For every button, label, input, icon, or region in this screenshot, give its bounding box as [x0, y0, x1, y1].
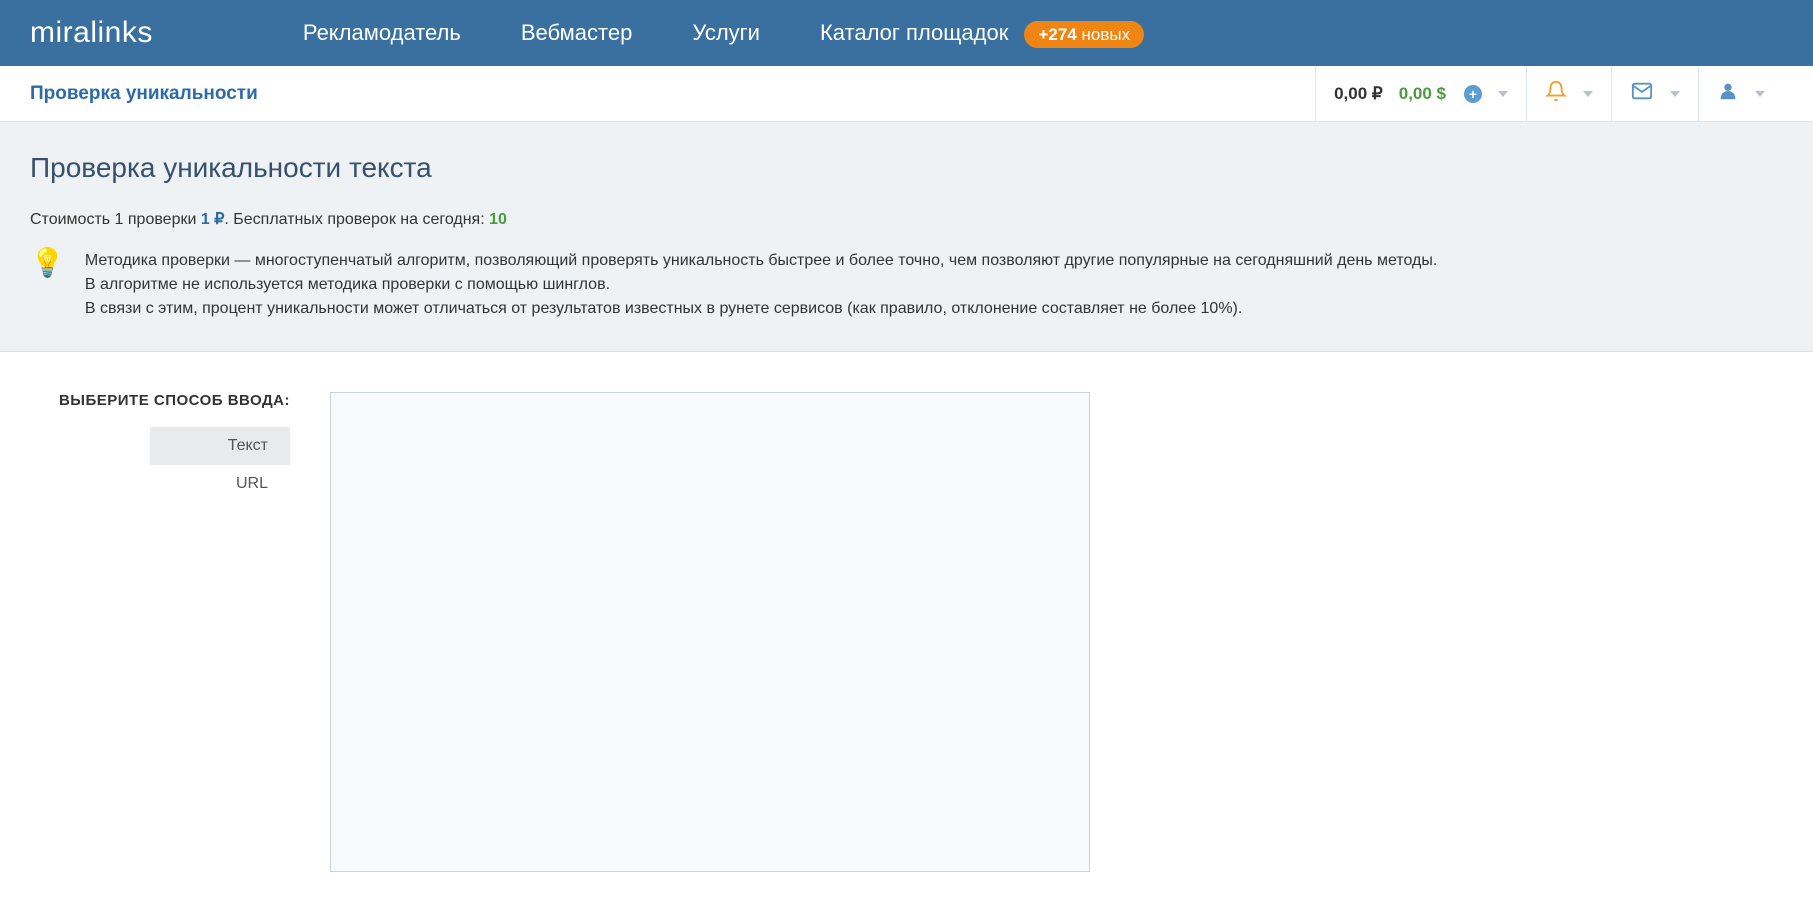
sub-bar: Проверка уникальности 0,00 ₽ 0,00 $ +	[0, 66, 1813, 122]
bell-icon	[1545, 80, 1567, 108]
cost-line: Стоимость 1 проверки 1 ₽. Бесплатных про…	[30, 209, 1783, 229]
lightbulb-icon: 💡	[30, 249, 65, 277]
nav-services[interactable]: Услуги	[692, 20, 760, 46]
chevron-down-icon	[1670, 91, 1680, 97]
new-count-badge: +274 новых	[1024, 21, 1144, 48]
badge-suffix: новых	[1077, 25, 1130, 44]
cost-prefix: Стоимость 1 проверки	[30, 211, 201, 228]
nav-webmaster[interactable]: Вебмастер	[521, 20, 632, 46]
balance-section[interactable]: 0,00 ₽ 0,00 $ +	[1315, 66, 1526, 121]
input-mode-text[interactable]: Текст	[150, 427, 290, 465]
user-menu-button[interactable]	[1698, 66, 1783, 121]
mail-icon	[1630, 80, 1654, 108]
text-input[interactable]	[330, 392, 1090, 872]
nav-advertiser[interactable]: Рекламодатель	[303, 20, 461, 46]
info-text: Методика проверки — многоступенчатый алг…	[85, 249, 1437, 321]
badge-count: +274	[1038, 25, 1076, 44]
page-title: Проверка уникальности текста	[30, 152, 1783, 184]
nav-catalog[interactable]: Каталог площадок +274 новых	[820, 20, 1144, 46]
input-mode-heading: ВЫБЕРИТЕ СПОСОБ ВВОДА:	[30, 392, 290, 409]
chevron-down-icon	[1583, 91, 1593, 97]
input-mode-url[interactable]: URL	[150, 465, 290, 503]
cost-middle: . Бесплатных проверок на сегодня:	[224, 211, 489, 228]
input-mode-column: ВЫБЕРИТЕ СПОСОБ ВВОДА: Текст URL	[30, 392, 290, 872]
balance-usd: 0,00 $	[1399, 84, 1446, 104]
content-header: Проверка уникальности текста Стоимость 1…	[0, 122, 1813, 352]
nav-items: Рекламодатель Вебмастер Услуги Каталог п…	[303, 20, 1144, 46]
breadcrumb[interactable]: Проверка уникальности	[30, 83, 258, 105]
messages-button[interactable]	[1611, 66, 1698, 121]
user-icon	[1717, 80, 1739, 108]
info-line-2: В алгоритме не используется методика про…	[85, 273, 1437, 297]
nav-catalog-label: Каталог площадок	[820, 20, 1008, 45]
cost-free: 10	[489, 211, 507, 228]
logo[interactable]: miralinks	[30, 16, 153, 50]
notifications-button[interactable]	[1526, 66, 1611, 121]
right-tools: 0,00 ₽ 0,00 $ +	[1315, 66, 1783, 121]
form-section: ВЫБЕРИТЕ СПОСОБ ВВОДА: Текст URL	[0, 352, 1813, 912]
chevron-down-icon	[1498, 91, 1508, 97]
chevron-down-icon	[1755, 91, 1765, 97]
info-line-1: Методика проверки — многоступенчатый алг…	[85, 249, 1437, 273]
cost-price: 1 ₽	[201, 211, 225, 228]
add-funds-icon[interactable]: +	[1464, 85, 1482, 103]
balance-rub: 0,00 ₽	[1334, 84, 1383, 104]
info-box: 💡 Методика проверки — многоступенчатый а…	[30, 249, 1783, 321]
input-mode-options: Текст URL	[30, 427, 290, 503]
info-line-3: В связи с этим, процент уникальности мож…	[85, 297, 1437, 321]
top-nav: miralinks Рекламодатель Вебмастер Услуги…	[0, 0, 1813, 66]
